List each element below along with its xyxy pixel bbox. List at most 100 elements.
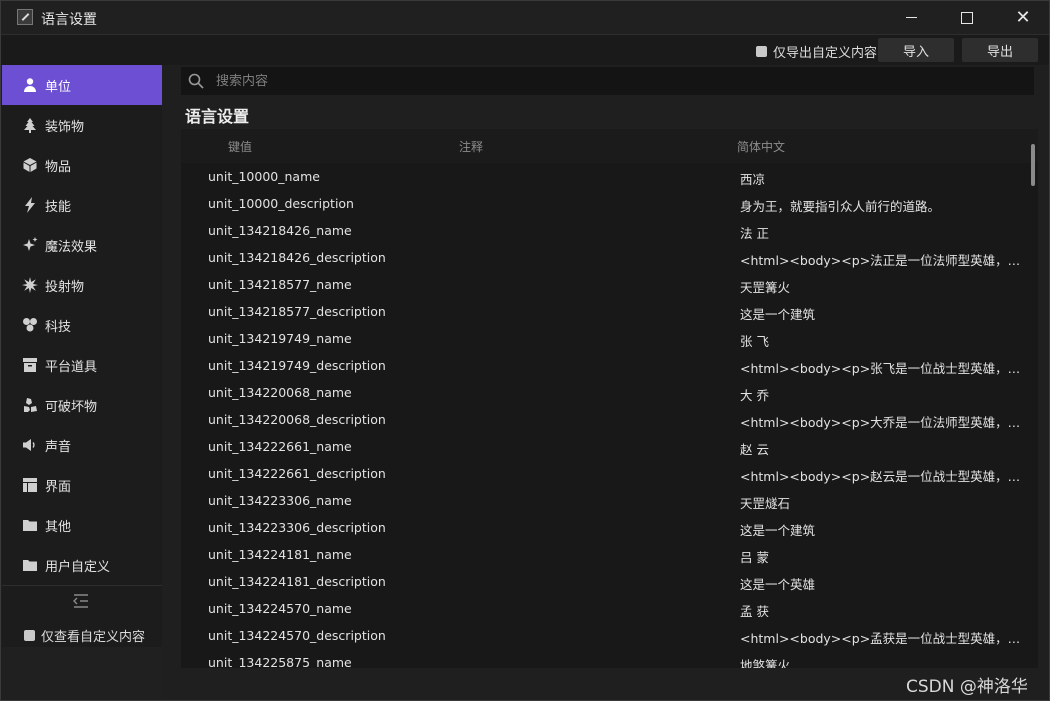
table-row[interactable]: unit_134218577_name 天罡篝火	[181, 271, 1038, 298]
row-key-cell[interactable]: unit_134218426_name	[208, 223, 448, 238]
table-row[interactable]: unit_134224181_name 吕 蒙	[181, 541, 1038, 568]
view-custom-toggle[interactable]: 仅查看自定义内容	[24, 626, 145, 645]
main-panel: 语言设置 键值 注释 简体中文 unit_10000_name西凉unit_10…	[162, 65, 1049, 700]
sidebar-item-magic-effect[interactable]: 魔法效果	[2, 225, 162, 265]
row-zh-cell[interactable]: 身为王，就要指引众人前行的道路。	[740, 196, 1026, 215]
title-bar: 语言设置 ✕	[1, 1, 1049, 34]
row-zh-cell[interactable]: 大 乔	[740, 385, 1026, 404]
language-table: 键值 注释 简体中文 unit_10000_name 西凉 unit_10000_d…	[181, 129, 1038, 668]
row-key-cell[interactable]: unit_134220068_name	[208, 385, 448, 400]
search-input[interactable]	[214, 72, 1034, 90]
export-custom-toggle[interactable]: 仅导出自定义内容	[756, 42, 877, 61]
row-zh-cell[interactable]: <html><body><p>孟获是一位战士型英雄，能够...	[740, 628, 1026, 647]
folder-icon	[21, 556, 39, 574]
table-body: unit_10000_name 西凉 unit_10000_description 身…	[181, 163, 1038, 668]
minimize-button[interactable]	[888, 1, 934, 34]
row-zh-cell[interactable]: <html><body><p>法正是一位法师型英雄，拥有...	[740, 250, 1026, 269]
maximize-button[interactable]	[944, 1, 990, 34]
row-zh-cell[interactable]: 这是一个建筑	[740, 520, 1026, 539]
row-key-cell[interactable]: unit_10000_name	[208, 169, 448, 184]
sidebar-item-destructible[interactable]: 可破坏物	[2, 385, 162, 425]
sidebar-item-unit[interactable]: 单位	[2, 65, 162, 105]
row-key-cell[interactable]: unit_134220068_description	[208, 412, 448, 427]
table-row[interactable]: unit_134218426_description <html><body><p…	[181, 244, 1038, 271]
row-key-cell[interactable]: unit_134224570_description	[208, 628, 448, 643]
row-zh-cell[interactable]: 天罡燧石	[740, 493, 1026, 512]
row-zh-cell[interactable]: 孟 获	[740, 601, 1026, 620]
row-zh-cell[interactable]: <html><body><p>赵云是一位战士型英雄，能够...	[740, 466, 1026, 485]
table-row[interactable]: unit_10000_name 西凉	[181, 163, 1038, 190]
sidebar-item-interface[interactable]: 界面	[2, 465, 162, 505]
export-custom-checkbox[interactable]	[756, 46, 767, 57]
import-button[interactable]: 导入	[878, 38, 954, 62]
sidebar-item-label: 物品	[45, 159, 72, 175]
row-key-cell[interactable]: unit_134218577_name	[208, 277, 448, 292]
table-row[interactable]: unit_134219749_name 张 飞	[181, 325, 1038, 352]
row-key-cell[interactable]: unit_134219749_description	[208, 358, 448, 373]
row-key-cell[interactable]: unit_134222661_name	[208, 439, 448, 454]
column-header-zh[interactable]: 简体中文	[737, 138, 785, 155]
table-row[interactable]: unit_134220068_name 大 乔	[181, 379, 1038, 406]
sidebar-item-item[interactable]: 物品	[2, 145, 162, 185]
sidebar-item-skill[interactable]: 技能	[2, 185, 162, 225]
row-zh-cell[interactable]: 吕 蒙	[740, 547, 1026, 566]
table-row[interactable]: unit_134222661_name 赵 云	[181, 433, 1038, 460]
row-zh-cell[interactable]: 张 飞	[740, 331, 1026, 350]
sidebar-item-user-defined[interactable]: 用户自定义	[2, 545, 162, 585]
table-row[interactable]: unit_134219749_description <html><body><p…	[181, 352, 1038, 379]
row-zh-cell[interactable]: 赵 云	[740, 439, 1026, 458]
sidebar-item-tech[interactable]: 科技	[2, 305, 162, 345]
table-row[interactable]: unit_134220068_description <html><body><p…	[181, 406, 1038, 433]
row-key-cell[interactable]: unit_10000_description	[208, 196, 448, 211]
row-zh-cell[interactable]: 这是一个建筑	[740, 304, 1026, 323]
sidebar-item-decoration[interactable]: 装饰物	[2, 105, 162, 145]
row-key-cell[interactable]: unit_134218426_description	[208, 250, 448, 265]
row-zh-cell[interactable]: 地煞篝火	[740, 655, 1026, 668]
row-zh-cell[interactable]: 法 正	[740, 223, 1026, 242]
row-key-cell[interactable]: unit_134224181_description	[208, 574, 448, 589]
row-key-cell[interactable]: unit_134224570_name	[208, 601, 448, 616]
table-row[interactable]: unit_134224570_description <html><body><p…	[181, 622, 1038, 649]
row-key-cell[interactable]: unit_134223306_description	[208, 520, 448, 535]
row-zh-cell[interactable]: <html><body><p>张飞是一位战士型英雄，可以...	[740, 358, 1026, 377]
sidebar-item-sound[interactable]: 声音	[2, 425, 162, 465]
minimize-icon	[905, 17, 917, 18]
column-header-note[interactable]: 注释	[459, 138, 483, 155]
view-custom-checkbox[interactable]	[24, 630, 35, 641]
column-header-key[interactable]: 键值	[228, 138, 252, 155]
sidebar-item-platform-prop[interactable]: 平台道具	[2, 345, 162, 385]
row-zh-cell[interactable]: 西凉	[740, 169, 1026, 188]
sidebar-item-other[interactable]: 其他	[2, 505, 162, 545]
table-row[interactable]: unit_10000_description 身为王，就要指引众人前行的道路。	[181, 190, 1038, 217]
row-key-cell[interactable]: unit_134219749_name	[208, 331, 448, 346]
row-key-cell[interactable]: unit_134218577_description	[208, 304, 448, 319]
close-button[interactable]: ✕	[1000, 1, 1046, 34]
table-row[interactable]: unit_134222661_description <html><body><p…	[181, 460, 1038, 487]
table-scrollbar[interactable]	[1031, 144, 1035, 186]
sidebar-item-label: 可破坏物	[45, 399, 98, 415]
table-row[interactable]: unit_134223306_name 天罡燧石	[181, 487, 1038, 514]
category-sidebar: 单位 装饰物 物品 技能 魔法效果 投射物 科技 平台道具 可破坏物 声音 界面…	[2, 65, 163, 647]
collapse-sidebar-icon[interactable]	[72, 593, 90, 609]
export-custom-label: 仅导出自定义内容	[773, 46, 878, 61]
row-key-cell[interactable]: unit_134222661_description	[208, 466, 448, 481]
search-bar	[181, 67, 1034, 95]
row-zh-cell[interactable]: <html><body><p>大乔是一位法师型英雄，拥有...	[740, 412, 1026, 431]
table-row[interactable]: unit_134225875_name 地煞篝火	[181, 649, 1038, 668]
row-zh-cell[interactable]: 天罡篝火	[740, 277, 1026, 296]
export-button[interactable]: 导出	[962, 38, 1038, 62]
table-row[interactable]: unit_134224181_description 这是一个英雄	[181, 568, 1038, 595]
row-key-cell[interactable]: unit_134223306_name	[208, 493, 448, 508]
sidebar-divider	[2, 585, 162, 586]
cube-icon	[21, 156, 39, 174]
table-row[interactable]: unit_134223306_description 这是一个建筑	[181, 514, 1038, 541]
table-row[interactable]: unit_134218577_description 这是一个建筑	[181, 298, 1038, 325]
sidebar-item-label: 技能	[45, 199, 72, 215]
table-row[interactable]: unit_134224570_name 孟 获	[181, 595, 1038, 622]
row-key-cell[interactable]: unit_134225875_name	[208, 655, 448, 668]
row-key-cell[interactable]: unit_134224181_name	[208, 547, 448, 562]
sidebar-item-projectile[interactable]: 投射物	[2, 265, 162, 305]
hexagons-icon	[21, 316, 39, 334]
table-row[interactable]: unit_134218426_name 法 正	[181, 217, 1038, 244]
row-zh-cell[interactable]: 这是一个英雄	[740, 574, 1026, 593]
